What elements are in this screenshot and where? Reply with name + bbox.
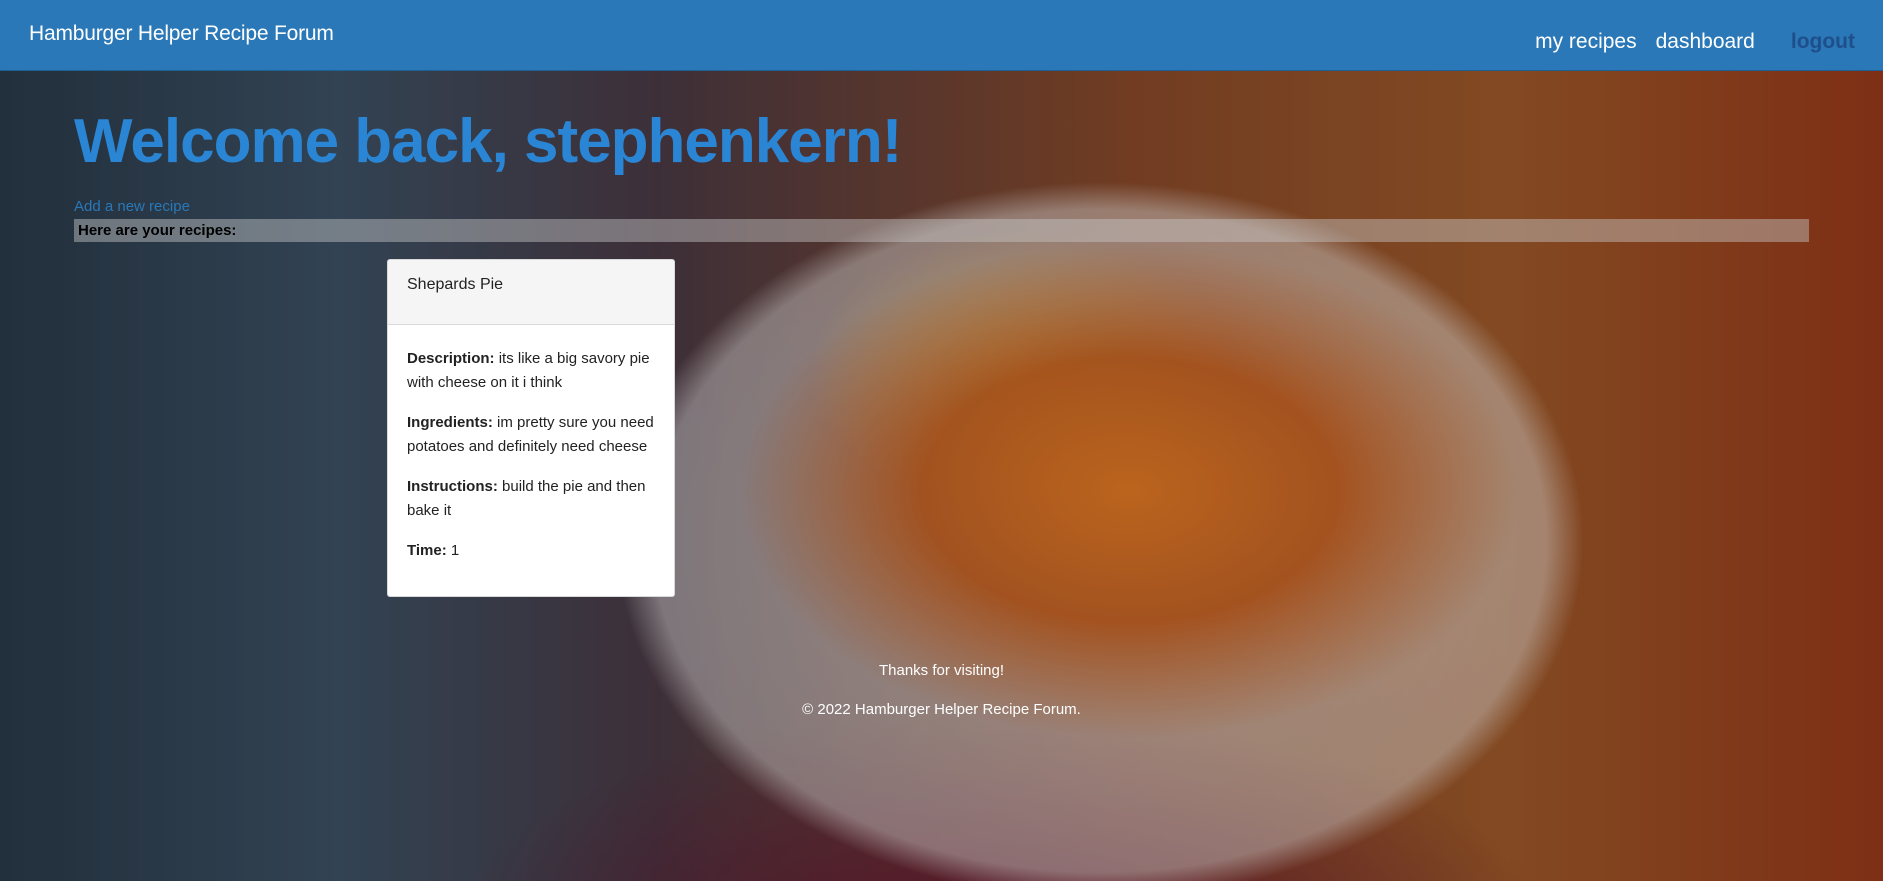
recipe-description-label: Description:	[407, 350, 495, 367]
recipe-time-label: Time:	[407, 542, 447, 559]
recipe-time-value: 1	[450, 542, 460, 559]
recipe-card-body: Description: its like a big savory pie w…	[388, 325, 674, 563]
recipe-time: Time: 1	[407, 539, 655, 563]
recipe-ingredients-label: Ingredients:	[407, 414, 493, 431]
recipe-card-title: Shepards Pie	[388, 260, 674, 325]
nav-link-my-recipes[interactable]: my recipes	[1535, 30, 1637, 54]
nav-link-dashboard[interactable]: dashboard	[1656, 30, 1755, 54]
nav-links: my recipes dashboard logout	[1516, 30, 1855, 54]
nav-link-logout[interactable]: logout	[1791, 30, 1855, 54]
recipes-heading: Here are your recipes:	[74, 219, 1809, 242]
recipe-description: Description: its like a big savory pie w…	[407, 347, 655, 395]
footer-copyright: © 2022 Hamburger Helper Recipe Forum.	[802, 701, 1081, 718]
navbar: Hamburger Helper Recipe Forum my recipes…	[0, 0, 1883, 71]
recipe-instructions: Instructions: build the pie and then bak…	[407, 475, 655, 523]
background-overlay	[0, 71, 1883, 881]
add-recipe-link[interactable]: Add a new recipe	[74, 198, 190, 215]
brand-link[interactable]: Hamburger Helper Recipe Forum	[29, 22, 334, 46]
footer-thanks: Thanks for visiting!	[878, 662, 1005, 679]
page: Hamburger Helper Recipe Forum my recipes…	[0, 0, 1883, 881]
recipe-instructions-label: Instructions:	[407, 478, 498, 495]
recipe-card: Shepards Pie Description: its like a big…	[387, 259, 675, 597]
recipe-ingredients: Ingredients: im pretty sure you need pot…	[407, 411, 655, 459]
page-title: Welcome back, stephenkern!	[74, 107, 902, 176]
